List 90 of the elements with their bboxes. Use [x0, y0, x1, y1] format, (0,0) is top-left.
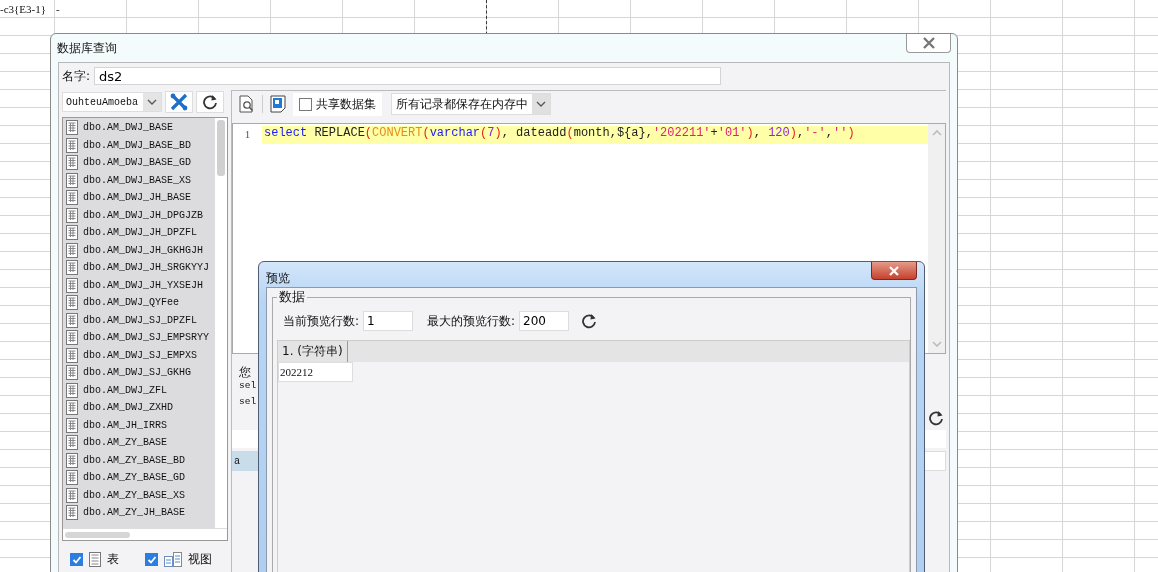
table-icon	[66, 190, 78, 206]
table-list-item[interactable]: dbo.AM_ZY_BASE	[63, 434, 215, 452]
table-list-item[interactable]: dbo.AM_DWJ_JH_BASE	[63, 189, 215, 207]
table-icon	[66, 435, 78, 451]
close-button[interactable]	[871, 262, 917, 280]
refresh-icon[interactable]	[581, 313, 598, 329]
scrollbar[interactable]	[928, 124, 945, 353]
connection-dropdown[interactable]: OuhteuAmoeba	[62, 92, 162, 112]
refresh-button[interactable]	[196, 91, 224, 113]
scrollbar[interactable]	[63, 528, 227, 540]
max-rows-field[interactable]: 200	[519, 311, 570, 331]
table-icon	[66, 242, 78, 258]
caret-icon	[536, 101, 546, 107]
table-icon	[66, 330, 78, 346]
table-list-item[interactable]: dbo.AM_DWJ_BASE_BD	[63, 136, 215, 154]
checkbox[interactable]	[299, 97, 312, 111]
tools-icon	[170, 93, 188, 111]
checkbox-label: 表	[107, 551, 119, 568]
table-icon	[66, 172, 78, 188]
window-title: 数据库查询	[57, 40, 117, 57]
table-list-item[interactable]: dbo.AM_ZY_BASE_XS	[63, 486, 215, 504]
checkbox-label: 视图	[188, 551, 212, 568]
table-icon	[66, 452, 78, 468]
table-icon	[66, 295, 78, 311]
table-icon	[66, 277, 78, 293]
table-list-item[interactable]: dbo.AM_DWJ_JH_DPGJZB	[63, 206, 215, 224]
table-list-item[interactable]: dbo.AM_ZY_BASE_GD	[63, 469, 215, 487]
table-icon	[66, 225, 78, 241]
table-icon	[66, 207, 78, 223]
checkbox[interactable]	[145, 553, 158, 566]
table-icon	[89, 552, 101, 567]
table-cell: 202212	[278, 362, 353, 382]
view-icon	[164, 552, 182, 567]
cell-text: -c3{E3-1}	[0, 2, 47, 15]
name-label: 名字:	[62, 67, 91, 85]
caret-icon	[147, 99, 157, 105]
table-icon	[66, 382, 78, 398]
table-list-item[interactable]: dbo.AM_ZY_JH_BASE	[63, 504, 215, 522]
table-list-item[interactable]: dbo.AM_DWJ_JH_GKHGJH	[63, 241, 215, 259]
scroll-down-icon	[931, 341, 942, 347]
current-rows-label: 当前预览行数:	[283, 312, 360, 330]
table-list-item[interactable]: dbo.AM_DWJ_SJ_DPZFL	[63, 311, 215, 329]
current-rows-field[interactable]: 1	[363, 311, 414, 331]
scroll-up-icon	[931, 130, 942, 136]
table-list-item[interactable]: dbo.AM_DWJ_SJ_EMPSRYY	[63, 329, 215, 347]
close-button[interactable]	[906, 34, 951, 53]
table-list-item[interactable]: dbo.AM_DWJ_ZFL	[63, 381, 215, 399]
table-icon	[66, 155, 78, 171]
hint-text: sel	[239, 396, 257, 409]
table-icon	[66, 120, 78, 136]
hint-text: sel	[239, 380, 257, 393]
table-list-item[interactable]: dbo.AM_DWJ_BASE_GD	[63, 154, 215, 172]
refresh-icon[interactable]	[928, 410, 944, 426]
table-list-item[interactable]: dbo.AM_DWJ_SJ_EMPXS	[63, 346, 215, 364]
table-icon	[66, 470, 78, 486]
table-icon	[66, 365, 78, 381]
hint-text: 您	[239, 364, 251, 380]
close-icon	[888, 265, 900, 276]
group-label: 数据	[278, 288, 306, 306]
table-list-item[interactable]: dbo.AM_DWJ_QYFee	[63, 294, 215, 312]
table-icon	[66, 137, 78, 153]
table-list-item[interactable]: dbo.AM_DWJ_JH_SRGKYYJ	[63, 259, 215, 277]
refresh-icon	[202, 94, 218, 110]
window-title: 预览	[266, 270, 290, 287]
tools-button[interactable]	[165, 91, 193, 113]
name-field[interactable]: ds2	[94, 67, 722, 85]
table-icon	[66, 347, 78, 363]
table-list-item[interactable]: dbo.AM_DWJ_JH_YXSEJH	[63, 276, 215, 294]
table-icon	[66, 505, 78, 521]
table-list-item[interactable]: dbo.AM_JH_IRRS	[63, 416, 215, 434]
table-icon	[66, 400, 78, 416]
close-icon	[921, 37, 936, 49]
table-list-item[interactable]: dbo.AM_DWJ_ZXHD	[63, 399, 215, 417]
storage-mode-dropdown[interactable]: 所有记录都保存在内存中	[391, 93, 551, 115]
max-rows-label: 最大的预览行数:	[427, 312, 516, 330]
line-number: 1	[244, 128, 251, 140]
table-icon	[66, 260, 78, 276]
table-icon	[66, 417, 78, 433]
cell-text: -	[56, 2, 60, 15]
table-icon	[66, 312, 78, 328]
save-icon[interactable]	[270, 95, 286, 113]
checkbox[interactable]	[70, 553, 83, 566]
table-icon	[66, 487, 78, 503]
table-list-item[interactable]: dbo.AM_DWJ_BASE	[63, 119, 215, 137]
table-list-item[interactable]: dbo.AM_ZY_BASE_BD	[63, 451, 215, 469]
table-list-item[interactable]: dbo.AM_DWJ_BASE_XS	[63, 171, 215, 189]
table-list-item[interactable]: dbo.AM_DWJ_JH_DPZFL	[63, 224, 215, 242]
preview-icon[interactable]	[239, 95, 255, 113]
table-list-item[interactable]: dbo.AM_DWJ_SJ_GKHG	[63, 364, 215, 382]
checkbox-label: 共享数据集	[316, 95, 376, 113]
